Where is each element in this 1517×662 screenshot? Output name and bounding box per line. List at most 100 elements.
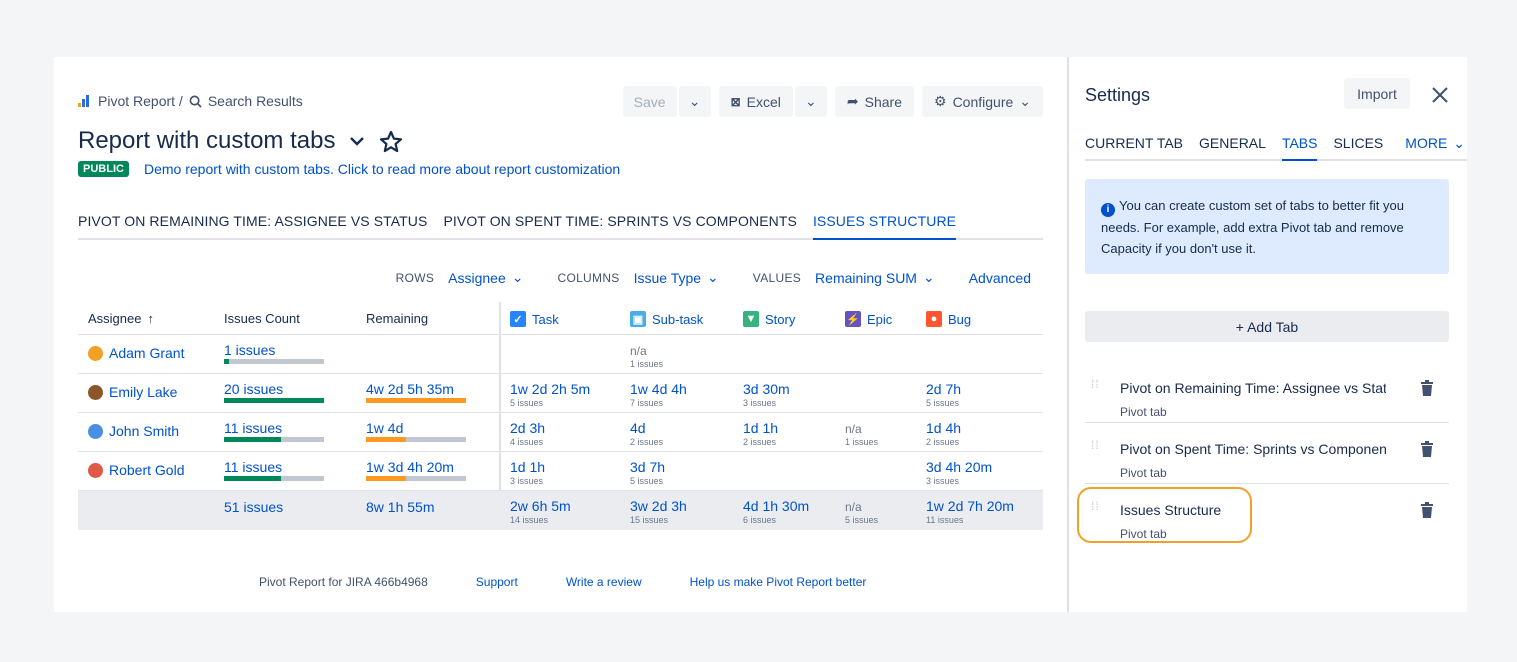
footer-review-link[interactable]: Write a review	[566, 575, 642, 589]
settings-tab-tabs[interactable]: TABS	[1281, 135, 1318, 161]
total-count-link[interactable]: 51 issues	[224, 499, 283, 515]
breadcrumb-current[interactable]: Search Results	[208, 93, 303, 109]
avatar	[88, 384, 103, 400]
cell-value[interactable]: 2w 6h 5m	[510, 498, 571, 514]
type-cell[interactable]: 1d 4h 2 issues	[926, 420, 961, 447]
report-main: Pivot Report / Search Results Save ⌄ ⊠ Ex…	[54, 57, 1067, 612]
type-cell[interactable]: 3d 30m 3 issues	[743, 381, 790, 408]
cell-value[interactable]: 1w 2d 2h 5m	[510, 381, 590, 397]
header-type-epic[interactable]: ⚡ Epic	[845, 311, 892, 327]
footer-support-link[interactable]: Support	[476, 575, 518, 589]
report-description-link[interactable]: Demo report with custom tabs. Click to r…	[144, 161, 620, 177]
assignee-adam-grant[interactable]: Adam Grant	[88, 345, 184, 361]
cell-value[interactable]: 1d 1h	[510, 459, 545, 475]
header-type-task[interactable]: ✓ Task	[510, 311, 559, 327]
cell-value[interactable]: 2d 7h	[926, 381, 961, 397]
share-button[interactable]: ➦ Share	[834, 86, 914, 117]
star-icon[interactable]	[379, 130, 403, 153]
settings-tab-slices[interactable]: SLICES	[1333, 135, 1383, 159]
excel-button[interactable]: ⊠ Excel	[718, 86, 793, 117]
cell-value[interactable]: 1d 4h	[926, 420, 961, 436]
breadcrumb-root[interactable]: Pivot Report /	[98, 93, 183, 109]
type-cell[interactable]: 2d 3h 4 issues	[510, 420, 545, 447]
remaining-link[interactable]: 1w 4d	[366, 420, 403, 436]
type-cell[interactable]: 1w 4d 4h 7 issues	[630, 381, 687, 408]
issues-count-link[interactable]: 1 issues	[224, 342, 275, 358]
values-value: Remaining SUM	[815, 269, 917, 286]
type-cell[interactable]: 4d 2 issues	[630, 420, 663, 447]
type-cell[interactable]: 2w 6h 5m 14 issues	[510, 498, 571, 525]
excel-label: Excel	[746, 93, 781, 110]
cell-value[interactable]: 3d 30m	[743, 381, 790, 397]
tab-1[interactable]: PIVOT ON SPENT TIME: SPRINTS VS COMPONEN…	[443, 213, 796, 238]
columns-select[interactable]: Issue Type ⌄	[634, 269, 719, 286]
cell-value[interactable]: 1w 2d 7h 20m	[926, 498, 1014, 514]
settings-tab-more[interactable]: MORE ⌄	[1405, 135, 1465, 159]
assignee-robert-gold[interactable]: Robert Gold	[88, 462, 184, 478]
cell-value: n/a	[630, 344, 647, 358]
cell-value[interactable]: 1w 4d 4h	[630, 381, 687, 397]
header-issues-count[interactable]: Issues Count	[224, 311, 300, 326]
excel-icon: ⊠	[730, 94, 741, 109]
cell-value[interactable]: 3d 4h 20m	[926, 459, 992, 475]
save-button[interactable]: Save	[622, 86, 677, 117]
header-remaining[interactable]: Remaining	[366, 311, 428, 326]
issues-count-link[interactable]: 11 issues	[224, 420, 282, 436]
excel-dropdown-button[interactable]: ⌄	[794, 86, 827, 117]
type-cell[interactable]: 3d 7h 5 issues	[630, 459, 665, 486]
issues-count-link[interactable]: 20 issues	[224, 381, 283, 397]
advanced-link[interactable]: Advanced	[969, 270, 1031, 286]
header-type-bug[interactable]: ● Bug	[926, 311, 971, 327]
settings-tab-general[interactable]: GENERAL	[1199, 135, 1266, 159]
progress-fill	[366, 398, 466, 403]
header-type-sub-task[interactable]: ▣ Sub-task	[630, 311, 703, 327]
add-tab-button[interactable]: + Add Tab	[1085, 311, 1449, 342]
trash-icon[interactable]	[1420, 502, 1434, 518]
assignee-john-smith[interactable]: John Smith	[88, 423, 179, 439]
rows-select[interactable]: Assignee ⌄	[448, 269, 523, 286]
assignee-name: Robert Gold	[109, 462, 185, 478]
type-cell[interactable]: 1w 2d 7h 20m 11 issues	[926, 498, 1014, 525]
tab-list-item[interactable]: ⁞⁞ Pivot on Spent Time: Sprints vs Compon…	[1085, 423, 1449, 484]
cell-value[interactable]: 3d 7h	[630, 459, 665, 475]
tab-list-item[interactable]: ⁞⁞ Pivot on Remaining Time: Assignee vs S…	[1085, 362, 1449, 423]
cell-value[interactable]: 2d 3h	[510, 420, 545, 436]
type-cell[interactable]: 2d 7h 5 issues	[926, 381, 961, 408]
assignee-emily-lake[interactable]: Emily Lake	[88, 384, 177, 400]
remaining-link[interactable]: 1w 3d 4h 20m	[366, 459, 454, 475]
progress-fill	[224, 398, 324, 403]
chevron-down-icon[interactable]	[349, 136, 365, 146]
save-dropdown-button[interactable]: ⌄	[678, 86, 711, 117]
remaining-link[interactable]: 4w 2d 5h 35m	[366, 381, 454, 397]
cell-value[interactable]: 3w 2d 3h	[630, 498, 687, 514]
footer-feedback-link[interactable]: Help us make Pivot Report better	[690, 575, 867, 589]
type-cell[interactable]: 1w 2d 2h 5m 5 issues	[510, 381, 590, 408]
type-cell[interactable]: 1d 1h 2 issues	[743, 420, 778, 447]
progress-bar	[224, 476, 324, 481]
cell-value[interactable]: 4d 1h 30m	[743, 498, 809, 514]
avatar	[88, 345, 103, 361]
drag-handle-icon[interactable]: ⁞⁞	[1091, 439, 1101, 457]
cell-value[interactable]: 1d 1h	[743, 420, 778, 436]
gear-icon: ⚙	[934, 93, 947, 109]
cell-issue-count: 3 issues	[743, 398, 777, 408]
total-remaining-link[interactable]: 8w 1h 55m	[366, 499, 434, 515]
import-button[interactable]: Import	[1344, 78, 1410, 109]
header-assignee[interactable]: Assignee ↑	[88, 311, 154, 326]
type-cell[interactable]: 1d 1h 3 issues	[510, 459, 545, 486]
values-select[interactable]: Remaining SUM ⌄	[815, 269, 935, 286]
drag-handle-icon[interactable]: ⁞⁞	[1091, 378, 1101, 396]
trash-icon[interactable]	[1420, 380, 1434, 396]
type-cell[interactable]: 3d 4h 20m 3 issues	[926, 459, 992, 486]
tab-2[interactable]: ISSUES STRUCTURE	[812, 213, 957, 240]
type-cell[interactable]: 3w 2d 3h 15 issues	[630, 498, 687, 525]
cell-value[interactable]: 4d	[630, 420, 646, 436]
close-icon[interactable]	[1431, 86, 1449, 104]
tab-0[interactable]: PIVOT ON REMAINING TIME: ASSIGNEE VS STA…	[78, 213, 427, 238]
issues-count-link[interactable]: 11 issues	[224, 459, 282, 475]
trash-icon[interactable]	[1420, 441, 1434, 457]
type-cell[interactable]: 4d 1h 30m 6 issues	[743, 498, 809, 525]
configure-button[interactable]: ⚙ Configure ⌄	[922, 86, 1043, 117]
header-type-story[interactable]: ▼ Story	[743, 311, 795, 327]
settings-tab-current-tab[interactable]: CURRENT TAB	[1085, 135, 1183, 159]
